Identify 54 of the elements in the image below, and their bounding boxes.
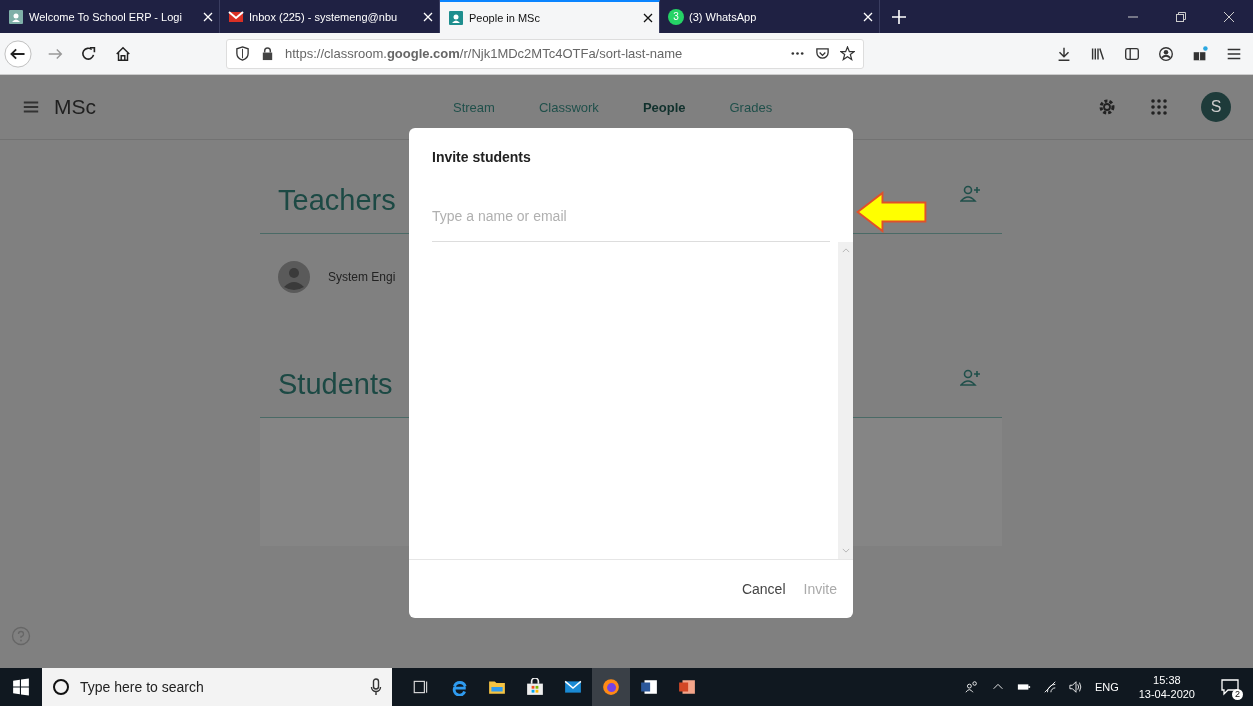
tab-title: (3) WhatsApp <box>689 10 758 23</box>
browser-tab[interactable]: People in MSc <box>440 0 660 33</box>
firefox-taskbar-button[interactable] <box>592 668 630 706</box>
word-document-icon[interactable] <box>640 678 658 696</box>
tab-title: Inbox (225) - systemeng@nbu <box>249 10 399 23</box>
envelope-icon[interactable] <box>564 678 582 696</box>
notification-button[interactable]: 2 <box>1215 668 1245 706</box>
start-icon[interactable] <box>12 678 30 696</box>
member-name: System Engi <box>328 270 396 284</box>
class-title: MSc <box>54 95 96 119</box>
tab-title: Welcome To School ERP - Logi <box>29 10 183 23</box>
settings-icon[interactable] <box>1097 97 1117 117</box>
browser-e-icon[interactable] <box>450 678 468 696</box>
new-tab-icon[interactable] <box>892 9 906 24</box>
clock-date[interactable]: 13-04-2020 <box>1138 687 1195 702</box>
person-avatar-icon <box>278 261 310 293</box>
reload-icon[interactable] <box>80 44 98 63</box>
chat-icon: 3 <box>668 8 684 25</box>
gift-icon[interactable] <box>1191 44 1209 63</box>
apps-grid-icon[interactable] <box>1149 97 1169 117</box>
pocket-icon[interactable] <box>815 46 830 61</box>
tab-favicon-icon <box>448 9 464 26</box>
notification-count: 2 <box>1232 689 1243 700</box>
task-view-icon[interactable] <box>412 678 430 696</box>
fox-globe-icon <box>602 678 620 696</box>
dialog-title: Invite students <box>432 149 532 165</box>
section-heading: Students <box>278 368 393 401</box>
tab-favicon-icon <box>8 8 24 25</box>
envelope-icon <box>228 8 244 25</box>
circle-icon <box>52 678 70 696</box>
close-icon[interactable] <box>643 12 653 23</box>
tab-title: People in MSc <box>469 11 541 24</box>
section-heading: Teachers <box>278 184 396 217</box>
language-indicator[interactable]: ENG <box>1094 681 1119 693</box>
clock-time[interactable]: 15:38 <box>1153 672 1181 687</box>
restore-icon[interactable] <box>1175 10 1187 23</box>
speaker-icon[interactable] <box>1068 680 1083 694</box>
search-placeholder: Type here to search <box>80 679 204 695</box>
star-icon[interactable] <box>840 46 855 61</box>
address-bar[interactable]: https://classroom.google.com/r/Njk1MDc2MTc4OTFa/sort-last-name <box>226 38 864 69</box>
store-bag-icon[interactable] <box>526 678 544 696</box>
microphone-icon[interactable] <box>370 678 382 696</box>
url-text: https://classroom.google.com/r/Njk1MDc2MTc4OTFa/sort-last-name <box>285 46 683 61</box>
folder-icon[interactable] <box>488 678 506 696</box>
lock-icon <box>260 46 275 61</box>
account-avatar[interactable]: S <box>1201 92 1231 122</box>
taskbar-search-field[interactable]: Type here to search <box>42 668 392 706</box>
back-icon[interactable] <box>4 39 32 68</box>
speech-bubble-icon <box>1221 678 1239 696</box>
nav-tab[interactable]: People <box>642 100 686 115</box>
slides-document-icon[interactable] <box>678 678 696 696</box>
shield-icon <box>235 46 250 61</box>
home-icon[interactable] <box>114 44 132 63</box>
account-icon[interactable] <box>1157 44 1175 63</box>
